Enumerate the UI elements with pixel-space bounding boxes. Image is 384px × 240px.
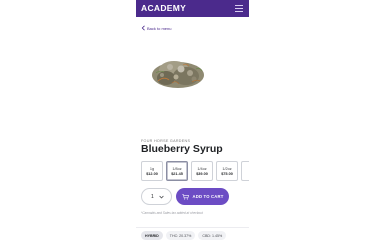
section-divider: [136, 227, 249, 228]
hamburger-menu-icon[interactable]: [235, 5, 243, 12]
option-1g[interactable]: 1g $12.00: [141, 161, 163, 181]
option-size: 1/2oz: [222, 166, 232, 171]
product-badges: HYBRID THC: 20.37% CBD: 1.45%: [141, 231, 229, 240]
cbd-badge: CBD: 1.45%: [198, 231, 227, 240]
add-to-cart-label: ADD TO CART: [192, 194, 224, 199]
add-to-cart-button[interactable]: ADD TO CART: [176, 188, 229, 205]
option-size: 1g: [149, 166, 155, 171]
chevron-down-icon: [159, 195, 164, 199]
product-page: ACADEMY Back to menu FOUR HORSE GARDENS …: [136, 0, 249, 240]
option-size: 1/4oz: [197, 166, 207, 171]
product-title: Blueberry Syrup: [141, 143, 223, 155]
option-price: $12.00: [146, 171, 158, 176]
option-price: $75.00: [221, 171, 233, 176]
quantity-value: 1: [151, 193, 154, 200]
top-navigation-bar: ACADEMY: [136, 0, 249, 17]
option-size: 1/8oz: [172, 166, 182, 171]
option-half-oz[interactable]: 1/2oz $75.00: [216, 161, 238, 181]
strain-type-badge: HYBRID: [141, 231, 163, 240]
option-next-partial[interactable]: [241, 161, 249, 181]
chevron-left-icon: [141, 25, 145, 31]
back-link-label: Back to menu: [147, 25, 172, 31]
weight-price-options: 1g $12.00 1/8oz $21.45 1/4oz $39.00 1/2o…: [141, 161, 249, 181]
option-price: $39.00: [196, 171, 208, 176]
thc-badge: THC: 20.37%: [165, 231, 196, 240]
shopping-cart-icon: [181, 193, 189, 200]
product-image: [152, 61, 204, 88]
academy-logo[interactable]: ACADEMY: [141, 3, 186, 13]
option-price: $21.45: [171, 171, 183, 176]
quantity-select[interactable]: 1: [141, 188, 172, 205]
back-to-menu-link[interactable]: Back to menu: [141, 25, 171, 31]
tax-disclaimer: *Cannabis and Sales tax added at checkou…: [141, 211, 203, 215]
option-quarter-oz[interactable]: 1/4oz $39.00: [191, 161, 213, 181]
option-eighth-oz[interactable]: 1/8oz $21.45: [166, 161, 188, 181]
